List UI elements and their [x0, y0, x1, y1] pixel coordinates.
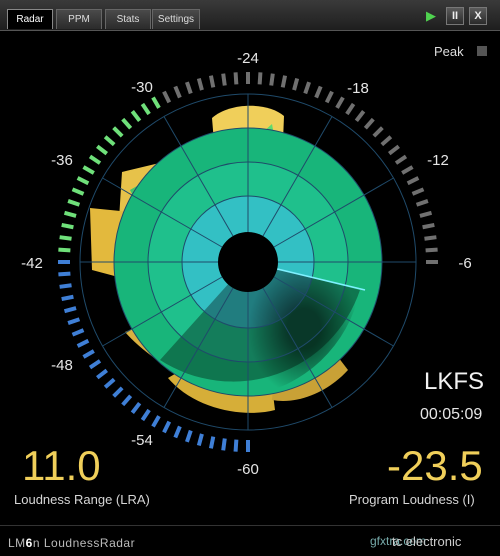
- scale-label: -36: [51, 152, 73, 169]
- scale-led-segment: [103, 135, 116, 147]
- scale-led-segment: [173, 85, 182, 99]
- play-icon[interactable]: ▶: [422, 7, 440, 25]
- scale-led-segment: [88, 359, 102, 370]
- scale-label: -30: [131, 79, 153, 96]
- scale-led-segment: [233, 439, 239, 452]
- scale-led-segment: [372, 126, 384, 138]
- close-button[interactable]: X: [469, 7, 487, 25]
- scale-led-segment: [82, 349, 95, 359]
- scale-led-segment: [151, 96, 161, 109]
- scale-led-segment: [82, 165, 95, 175]
- scale-led-segment: [425, 247, 438, 253]
- scale-led-segment: [96, 368, 109, 380]
- scale-led-segment: [67, 199, 81, 207]
- scale-led-segment: [380, 135, 393, 147]
- scale-led-segment: [173, 425, 182, 439]
- scale-led-segment: [387, 144, 400, 156]
- scale-led-segment: [185, 429, 193, 443]
- program-loudness-label: Program Loudness (I): [349, 492, 475, 507]
- scale-led-segment: [61, 294, 74, 302]
- scale-led-segment: [130, 110, 142, 123]
- scale-led-segment: [221, 438, 227, 451]
- scale-led-segment: [71, 187, 85, 196]
- tab-settings[interactable]: Settings: [152, 9, 200, 29]
- scale-led-segment: [221, 73, 227, 86]
- scale-led-segment: [88, 154, 102, 165]
- scale-led-segment: [422, 222, 435, 230]
- scale-led-segment: [401, 165, 414, 175]
- scale-label: -24: [237, 50, 259, 67]
- scale-led-segment: [67, 317, 81, 325]
- scale-led-segment: [292, 77, 300, 91]
- scale-led-segment: [59, 235, 72, 241]
- scale-label: -60: [237, 461, 259, 478]
- scale-led-segment: [363, 117, 375, 130]
- scale-led-segment: [58, 247, 71, 253]
- pause-button[interactable]: II: [446, 7, 464, 25]
- tab-ppm[interactable]: PPM: [56, 9, 102, 29]
- scale-led-segment: [151, 415, 161, 428]
- scale-led-segment: [415, 199, 429, 207]
- scale-led-segment: [196, 433, 204, 447]
- scale-label: -42: [21, 255, 43, 272]
- scale-led-segment: [162, 420, 172, 434]
- scale-led-segment: [63, 210, 77, 218]
- scale-led-segment: [314, 85, 323, 99]
- scale-led-segment: [121, 394, 133, 407]
- lra-value: 11.0: [22, 442, 101, 489]
- scale-led-segment: [61, 222, 74, 230]
- scale-led-segment: [112, 386, 124, 398]
- scale-led-segment: [269, 73, 275, 86]
- scale-led-segment: [185, 81, 193, 95]
- scale-led-segment: [411, 187, 425, 196]
- scale-led-segment: [96, 144, 109, 156]
- unit-label: LKFS: [424, 368, 485, 395]
- scale-label: -54: [131, 432, 153, 449]
- scale-led-segment: [112, 126, 124, 138]
- scale-led-segment: [257, 72, 263, 85]
- scale-label: -18: [347, 80, 369, 97]
- lra-label: Loudness Range (LRA): [14, 492, 150, 507]
- product-name: LM6n LoudnessRadar: [8, 536, 136, 550]
- scale-led-segment: [345, 102, 356, 116]
- scale-led-segment: [419, 210, 433, 218]
- scale-led-segment: [394, 154, 408, 165]
- scale-led-segment: [280, 75, 288, 88]
- scale-label: -48: [51, 357, 73, 374]
- scale-led-segment: [130, 401, 142, 414]
- scale-led-segment: [162, 90, 172, 104]
- scale-led-segment: [58, 271, 71, 277]
- scale-led-segment: [303, 81, 311, 95]
- scale-label: -6: [458, 255, 471, 272]
- scale-label: -12: [427, 152, 449, 169]
- scale-led-segment: [406, 176, 420, 186]
- scale-led-segment: [121, 117, 133, 130]
- scale-led-segment: [140, 102, 151, 116]
- scale-led-segment: [76, 176, 90, 186]
- footer: LM6n LoudnessRadar gfxtra.com tc electro…: [0, 525, 500, 556]
- tab-radar[interactable]: Radar: [7, 9, 53, 29]
- scale-led-segment: [208, 75, 216, 88]
- tab-bar: Radar PPM Stats Settings ▶ II X: [0, 0, 500, 31]
- scale-led-segment: [103, 377, 116, 389]
- scale-led-segment: [59, 283, 72, 289]
- program-loudness-value: -23.5: [387, 442, 483, 489]
- scale-led-segment: [354, 110, 366, 123]
- scale-led-segment: [76, 338, 90, 348]
- scale-led-segment: [63, 306, 77, 314]
- maker-logo: tc electronic: [392, 534, 462, 549]
- scale-led-segment: [233, 72, 239, 85]
- scale-led-segment: [140, 408, 151, 422]
- scale-led-segment: [335, 96, 345, 109]
- scale-led-segment: [208, 436, 216, 449]
- scale-led-segment: [324, 90, 334, 104]
- scale-led-segment: [71, 328, 85, 337]
- scale-led-segment: [424, 235, 437, 241]
- tab-stats[interactable]: Stats: [105, 9, 151, 29]
- radar-center: [218, 232, 278, 292]
- elapsed-time: 00:05:09: [420, 406, 483, 423]
- scale-led-segment: [196, 77, 204, 91]
